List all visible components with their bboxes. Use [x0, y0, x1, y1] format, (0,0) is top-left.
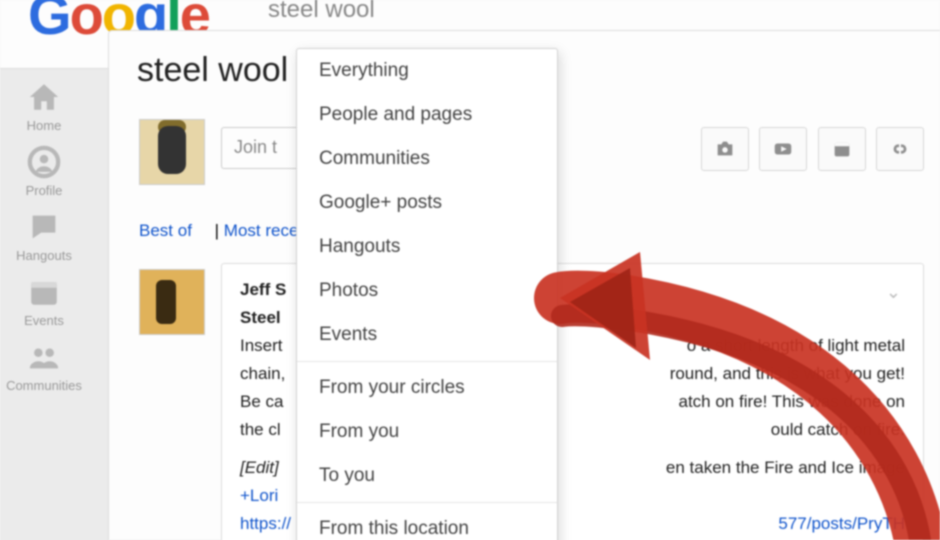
hangouts-icon: [27, 210, 61, 244]
dd-hangouts[interactable]: Hangouts: [297, 225, 557, 269]
nav-hangouts[interactable]: Hangouts: [0, 210, 88, 263]
nav-profile-label: Profile: [0, 183, 88, 198]
post-text: atch on fire! This was done on: [679, 388, 906, 416]
dd-to-you[interactable]: To you: [297, 454, 557, 498]
add-photo-button[interactable]: [701, 127, 749, 171]
post-mention[interactable]: +Lori: [240, 482, 278, 510]
post-text: Insert: [240, 332, 283, 360]
post-text: Be ca: [240, 388, 283, 416]
dd-separator: [297, 361, 557, 362]
dd-communities[interactable]: Communities: [297, 137, 557, 181]
post-link[interactable]: https://: [240, 510, 291, 538]
filter-sep: |: [215, 221, 224, 240]
nav-home[interactable]: Home: [0, 80, 88, 133]
post-text: chain,: [240, 360, 285, 388]
events-icon: [27, 275, 61, 309]
add-video-button[interactable]: [759, 127, 807, 171]
avatar[interactable]: [139, 269, 205, 335]
search-input[interactable]: steel wool: [268, 0, 375, 24]
left-nav: Home Profile Hangouts Events Communities: [0, 68, 88, 540]
nav-communities[interactable]: Communities: [0, 340, 88, 393]
post-text: round, and this is what you get!: [670, 360, 905, 388]
link-icon: [889, 138, 911, 160]
avatar[interactable]: [139, 119, 205, 185]
profile-icon: [27, 145, 61, 179]
post-text: en taken the Fire and Ice image: [666, 454, 905, 482]
video-icon: [772, 138, 794, 160]
dd-googleplus-posts[interactable]: Google+ posts: [297, 181, 557, 225]
post-menu-button[interactable]: ⌄: [886, 278, 901, 306]
share-icon-row: [695, 127, 924, 169]
communities-icon: [27, 340, 61, 374]
nav-hangouts-label: Hangouts: [0, 248, 88, 263]
nav-profile[interactable]: Profile: [0, 145, 88, 198]
nav-home-label: Home: [0, 118, 88, 133]
dd-people[interactable]: People and pages: [297, 93, 557, 137]
logo-g: G: [28, 0, 70, 46]
page-title: steel wool: [137, 51, 288, 90]
dd-photos[interactable]: Photos: [297, 269, 557, 313]
post-edit-tag: [Edit]: [240, 454, 279, 482]
camera-icon: [714, 138, 736, 160]
filter-best[interactable]: Best of: [139, 221, 192, 241]
dd-from-you[interactable]: From you: [297, 410, 557, 454]
search-filter-dropdown[interactable]: Everything People and pages Communities …: [296, 48, 558, 540]
home-icon: [27, 80, 61, 114]
nav-communities-label: Communities: [0, 378, 88, 393]
dd-from-circles[interactable]: From your circles: [297, 366, 557, 410]
dd-everything[interactable]: Everything: [297, 49, 557, 93]
add-event-button[interactable]: [818, 127, 866, 171]
dd-from-location[interactable]: From this location: [297, 507, 557, 540]
post-text: ould catch on fire.: [771, 416, 905, 444]
add-link-button[interactable]: [876, 127, 924, 171]
nav-events-label: Events: [0, 313, 88, 328]
post-link[interactable]: 577/posts/PryTH: [778, 510, 905, 538]
post-author[interactable]: Jeff S: [240, 280, 286, 299]
post-text: the cl: [240, 416, 281, 444]
logo-o1: o: [70, 0, 102, 46]
dd-events[interactable]: Events: [297, 313, 557, 357]
post-subject: Steel: [240, 308, 281, 327]
post-text: o a short length of light metal: [687, 332, 905, 360]
event-icon: [831, 138, 853, 160]
result-filters: Best of | Most recen: [139, 221, 308, 251]
dd-separator: [297, 502, 557, 503]
nav-events[interactable]: Events: [0, 275, 88, 328]
